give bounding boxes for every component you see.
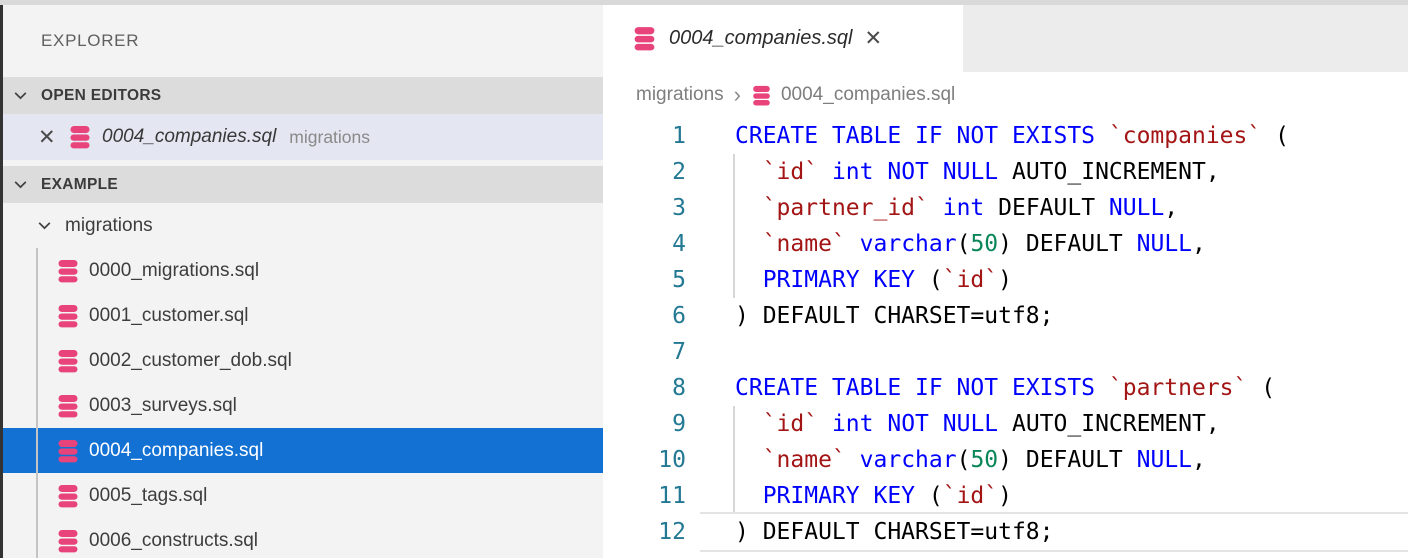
tree-item[interactable]: 0000_migrations.sql [0, 248, 603, 293]
code-line[interactable]: 2 `id` int NOT NULL AUTO_INCREMENT, [603, 154, 1408, 190]
tree-item-label: 0001_customer.sql [89, 304, 249, 326]
file-tree: migrations 0000_migrations.sql 0001_cust… [0, 203, 603, 558]
line-number[interactable]: 9 [603, 406, 686, 442]
database-icon [68, 124, 92, 150]
code-line[interactable]: 12 ) DEFAULT CHARSET=utf8; [603, 512, 1408, 552]
tree-files: 0000_migrations.sql 0001_customer.sql 00… [0, 248, 603, 558]
line-number[interactable]: 6 [603, 298, 686, 334]
tree-item-label: 0000_migrations.sql [89, 259, 260, 281]
tab-0004-companies[interactable]: 0004_companies.sql ✕ [603, 5, 963, 72]
database-icon [56, 303, 80, 329]
database-icon [56, 528, 80, 554]
window-left-border [0, 5, 3, 558]
database-icon [56, 483, 80, 509]
line-number[interactable]: 8 [603, 370, 686, 406]
section-header-open-editors[interactable]: OPEN EDITORS [0, 77, 603, 114]
tree-item-label: 0002_customer_dob.sql [89, 349, 292, 371]
code-line-content: `name` varchar(50) DEFAULT NULL, [762, 231, 1206, 257]
tree-item[interactable]: 0001_customer.sql [0, 293, 603, 338]
chevron-down-icon [12, 87, 29, 104]
tree-item-label: 0006_constructs.sql [89, 529, 258, 551]
indent-guide [733, 406, 735, 442]
code-line-content: `id` int NOT NULL AUTO_INCREMENT, [762, 411, 1220, 437]
indent-guide [733, 226, 735, 262]
line-number[interactable]: 2 [603, 154, 686, 190]
database-icon [56, 258, 80, 284]
breadcrumb-separator-icon: › [733, 82, 741, 107]
code-line[interactable]: 7 [603, 334, 1408, 370]
tab-close-icon[interactable]: ✕ [864, 26, 882, 51]
code-editor[interactable]: 1 CREATE TABLE IF NOT EXISTS `companies` … [603, 118, 1408, 558]
line-number[interactable]: 7 [603, 334, 686, 370]
line-number[interactable]: 1 [603, 118, 686, 154]
section-label: OPEN EDITORS [41, 86, 162, 104]
database-icon [632, 25, 657, 52]
tree-item[interactable]: 0004_companies.sql [0, 428, 603, 473]
breadcrumb-folder[interactable]: migrations [636, 84, 724, 106]
database-icon [56, 348, 80, 374]
code-line-content: ) DEFAULT CHARSET=utf8; [735, 519, 1054, 545]
tree-item-label: 0004_companies.sql [89, 439, 264, 461]
breadcrumb: migrations › 0004_companies.sql [603, 72, 1408, 118]
tree-item-label: 0003_surveys.sql [89, 394, 237, 416]
breadcrumb-file[interactable]: 0004_companies.sql [781, 84, 955, 106]
indent-guide [733, 442, 735, 478]
code-line[interactable]: 10 `name` varchar(50) DEFAULT NULL, [603, 442, 1408, 478]
tree-item[interactable]: 0005_tags.sql [0, 473, 603, 518]
database-icon [56, 438, 80, 464]
tree-item-label: 0005_tags.sql [89, 484, 208, 506]
code-line[interactable]: 4 `name` varchar(50) DEFAULT NULL, [603, 226, 1408, 262]
vscode-window: EXPLORER OPEN EDITORS ✕ 0004_companies.s… [0, 0, 1408, 558]
code-line-content: ) DEFAULT CHARSET=utf8; [735, 303, 1054, 329]
line-number[interactable]: 4 [603, 226, 686, 262]
line-number[interactable]: 11 [603, 478, 686, 514]
code-line[interactable]: 6 ) DEFAULT CHARSET=utf8; [603, 298, 1408, 334]
code-line[interactable]: 1 CREATE TABLE IF NOT EXISTS `companies` … [603, 118, 1408, 154]
tree-item[interactable]: 0002_customer_dob.sql [0, 338, 603, 383]
line-number[interactable]: 12 [603, 514, 686, 550]
tree-item[interactable]: 0006_constructs.sql [0, 518, 603, 558]
folder-label: migrations [65, 214, 153, 236]
open-editor-item[interactable]: ✕ 0004_companies.sql migrations [0, 114, 603, 160]
editor-group: 0004_companies.sql ✕ migrations › 0004_c… [603, 5, 1408, 558]
open-editor-folder: migrations [289, 126, 371, 147]
code-line[interactable]: 11 PRIMARY KEY (`id`) [603, 478, 1408, 514]
code-line[interactable]: 8 CREATE TABLE IF NOT EXISTS `partners` ( [603, 370, 1408, 406]
code-line-content: `partner_id` int DEFAULT NULL, [762, 195, 1179, 221]
database-icon [56, 393, 80, 419]
line-number[interactable]: 5 [603, 262, 686, 298]
indent-guide [733, 190, 735, 226]
explorer-sidebar: EXPLORER OPEN EDITORS ✕ 0004_companies.s… [0, 5, 603, 558]
open-editor-filename: 0004_companies.sql [102, 126, 277, 147]
sidebar-title: EXPLORER [41, 31, 140, 50]
code-line[interactable]: 5 PRIMARY KEY (`id`) [603, 262, 1408, 298]
indent-guide [733, 478, 735, 514]
section-header-example[interactable]: EXAMPLE [0, 166, 603, 203]
code-line-content: CREATE TABLE IF NOT EXISTS `partners` ( [735, 375, 1276, 401]
close-icon[interactable]: ✕ [38, 125, 68, 150]
tree-folder-migrations[interactable]: migrations [0, 203, 603, 248]
tab-title: 0004_companies.sql [669, 27, 853, 49]
tab-bar: 0004_companies.sql ✕ [603, 5, 1408, 72]
code-line-content: PRIMARY KEY (`id`) [762, 483, 1012, 509]
code-line-content: CREATE TABLE IF NOT EXISTS `companies` ( [735, 123, 1289, 149]
chevron-down-icon [36, 217, 53, 234]
chevron-down-icon [12, 176, 29, 193]
indent-guide [36, 248, 38, 558]
tree-item[interactable]: 0003_surveys.sql [0, 383, 603, 428]
code-line-content: PRIMARY KEY (`id`) [762, 267, 1012, 293]
code-line-content: `id` int NOT NULL AUTO_INCREMENT, [762, 159, 1220, 185]
indent-guide [733, 154, 735, 190]
indent-guide [733, 262, 735, 298]
line-number[interactable]: 3 [603, 190, 686, 226]
section-label: EXAMPLE [41, 175, 119, 193]
database-icon [751, 84, 772, 107]
code-line[interactable]: 3 `partner_id` int DEFAULT NULL, [603, 190, 1408, 226]
code-line[interactable]: 9 `id` int NOT NULL AUTO_INCREMENT, [603, 406, 1408, 442]
titlebar-edge [0, 0, 1408, 5]
code-line-content: `name` varchar(50) DEFAULT NULL, [762, 447, 1206, 473]
line-number[interactable]: 10 [603, 442, 686, 478]
